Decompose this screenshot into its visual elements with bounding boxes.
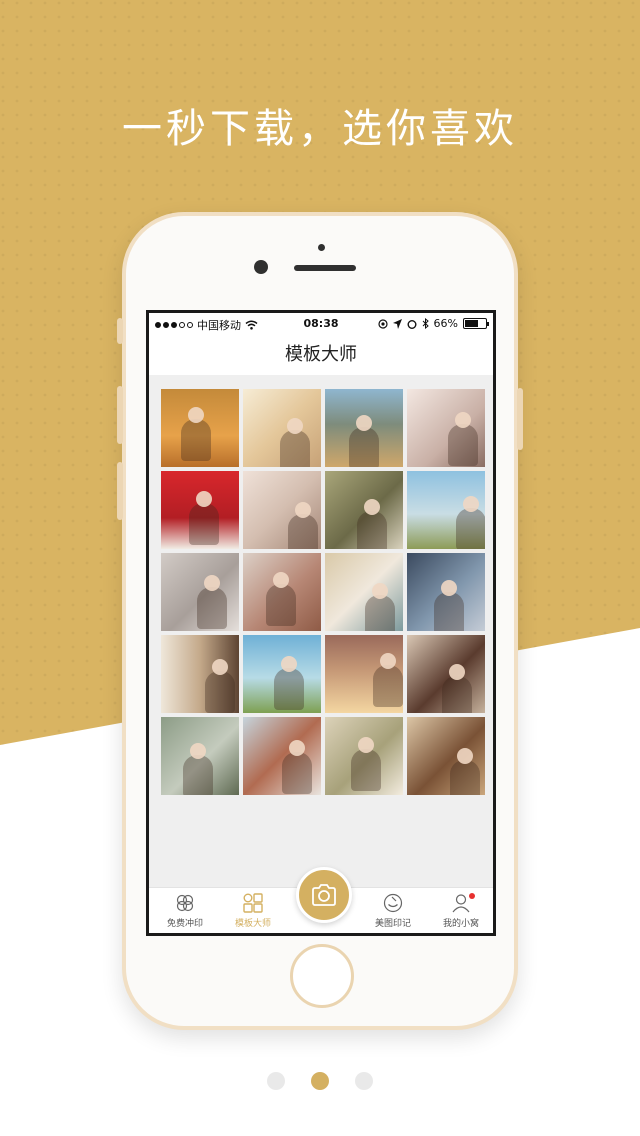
photo-figure xyxy=(434,592,464,631)
photo-figure-head xyxy=(372,583,388,599)
photo-figure-head xyxy=(463,496,479,512)
photo-window[interactable] xyxy=(161,635,239,713)
camera-button[interactable] xyxy=(296,867,352,923)
photo-figure-head xyxy=(196,491,212,507)
photo-figure-head xyxy=(190,743,206,759)
tab-label: 免费冲印 xyxy=(166,919,203,929)
photo-figure-head xyxy=(356,415,372,431)
photo-figure xyxy=(373,665,403,707)
volume-up-button xyxy=(117,386,123,444)
photo-figure xyxy=(448,424,478,466)
photo-jump-field[interactable] xyxy=(407,471,485,549)
photo-figure-head xyxy=(188,407,204,423)
tab-label: 模板大师 xyxy=(234,919,271,929)
photo-girl-lying[interactable] xyxy=(243,471,321,549)
photo-braid[interactable] xyxy=(407,717,485,795)
headline: 一秒下载，选你喜欢 xyxy=(122,106,518,152)
photo-figure xyxy=(456,508,485,549)
photo-maple-leaf[interactable] xyxy=(161,389,239,467)
template-grid xyxy=(161,389,487,795)
sensor-dot xyxy=(318,244,325,251)
tab-free-print[interactable]: 免费冲印 xyxy=(155,892,215,929)
photo-figure xyxy=(365,595,395,631)
photo-fan[interactable] xyxy=(325,553,403,631)
photo-figure-head xyxy=(455,412,471,428)
tab-label: 美图印记 xyxy=(374,919,411,929)
photo-figure xyxy=(274,668,304,710)
front-camera xyxy=(254,260,268,274)
photo-figure xyxy=(280,430,310,467)
battery-icon xyxy=(463,318,489,329)
photo-figure-head xyxy=(287,418,303,434)
page-dot[interactable] xyxy=(267,1072,285,1090)
photo-girl-flower[interactable] xyxy=(407,389,485,467)
photo-flower-crown[interactable] xyxy=(243,553,321,631)
photo-mountain-field[interactable] xyxy=(325,389,403,467)
photo-figure-head xyxy=(358,737,374,753)
phone-screen: 中国移动 08:38 66% 模板大师 免费冲印 模板大师 美图印记 我的小窝 xyxy=(146,310,496,936)
power-button xyxy=(517,388,523,450)
photo-figure-head xyxy=(212,659,228,675)
photo-figure-head xyxy=(281,656,297,672)
photo-back-hair[interactable] xyxy=(243,717,321,795)
photo-dark-hair[interactable] xyxy=(407,553,485,631)
phone-frame: 中国移动 08:38 66% 模板大师 免费冲印 模板大师 美图印记 我的小窝 xyxy=(117,212,523,1030)
photo-figure xyxy=(288,514,318,549)
photo-figure-head xyxy=(457,748,473,764)
photo-windmill[interactable] xyxy=(243,635,321,713)
photo-figure xyxy=(197,587,227,629)
page-indicator xyxy=(0,1072,640,1090)
photo-grass-lying[interactable] xyxy=(325,471,403,549)
speaker-grille xyxy=(294,265,356,271)
photo-figure-head xyxy=(289,740,305,756)
photo-figure xyxy=(189,503,219,545)
camera-icon xyxy=(312,884,336,906)
photo-forest-girl[interactable] xyxy=(161,717,239,795)
mute-switch xyxy=(117,318,123,344)
photo-sunset-tree[interactable] xyxy=(325,635,403,713)
battery-percent: 66% xyxy=(433,317,458,330)
bluetooth-icon xyxy=(422,318,429,329)
photo-figure xyxy=(181,419,211,461)
home-button[interactable] xyxy=(290,944,354,1008)
photo-flowers-field[interactable] xyxy=(325,717,403,795)
photo-figure-head xyxy=(273,572,289,588)
photo-figure xyxy=(282,752,312,794)
alarm-icon xyxy=(407,319,417,329)
grid-icon xyxy=(243,893,263,913)
photo-figure-head xyxy=(204,575,220,591)
location-icon xyxy=(377,318,388,329)
photo-figure xyxy=(266,584,296,626)
notification-badge xyxy=(469,893,475,899)
photo-figure-head xyxy=(380,653,396,669)
tab-my-nest[interactable]: 我的小窝 xyxy=(431,892,491,929)
photo-figure xyxy=(450,760,480,795)
page-dot[interactable] xyxy=(311,1072,329,1090)
photo-figure-head xyxy=(364,499,380,515)
photo-figure xyxy=(351,749,381,791)
page-dot[interactable] xyxy=(355,1072,373,1090)
photo-figure-head xyxy=(441,580,457,596)
photo-veil[interactable] xyxy=(161,553,239,631)
photo-long-hair[interactable] xyxy=(407,635,485,713)
tab-label: 我的小窝 xyxy=(442,919,479,929)
photo-figure-head xyxy=(295,502,311,518)
navigation-arrow-icon xyxy=(392,318,402,329)
smile-icon xyxy=(383,893,403,913)
photo-sunlight-hair[interactable] xyxy=(243,389,321,467)
volume-down-button xyxy=(117,462,123,520)
page-title: 模板大师 xyxy=(149,335,493,375)
photo-telephone-booth[interactable] xyxy=(161,471,239,549)
status-bar: 中国移动 08:38 66% xyxy=(149,313,493,335)
photo-figure-head xyxy=(449,664,465,680)
photo-figure xyxy=(442,676,472,713)
clover-icon xyxy=(176,894,194,912)
photo-figure xyxy=(357,511,387,549)
photo-figure xyxy=(349,427,379,467)
tab-meitu-imprint[interactable]: 美图印记 xyxy=(363,892,423,929)
photo-figure xyxy=(183,755,213,795)
tab-template-master[interactable]: 模板大师 xyxy=(223,892,283,929)
photo-figure xyxy=(205,671,235,713)
